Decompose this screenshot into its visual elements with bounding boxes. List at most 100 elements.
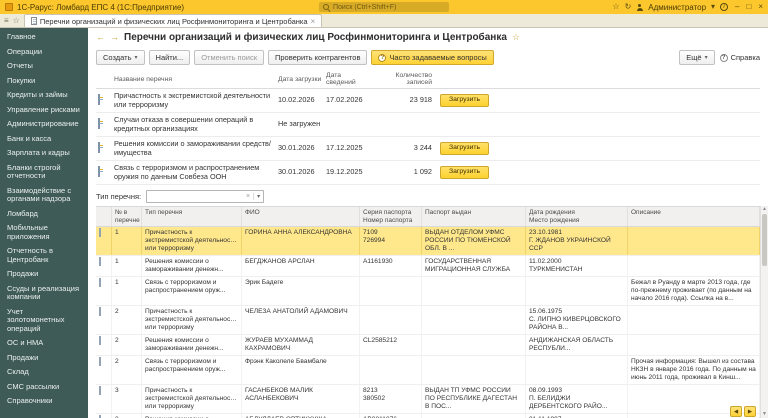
sidebar-item-смс-рассылки[interactable]: СМС рассылки xyxy=(0,380,88,395)
next-page-button[interactable]: ▶ xyxy=(744,406,756,417)
cell-fio: БЕГДЖАНОВ АРСЛАН xyxy=(242,256,360,276)
list-name[interactable]: Случаи отказа в совершении операций в кр… xyxy=(112,113,276,136)
list-document-icon xyxy=(98,94,100,106)
list-action-cell: Загрузить xyxy=(434,93,492,109)
favorites-star-icon[interactable]: ☆ xyxy=(612,3,619,11)
sections-menu-icon[interactable]: ≡ xyxy=(4,16,9,25)
lists-header-records[interactable]: Количество записей xyxy=(372,70,434,88)
scroll-down-icon[interactable]: ▼ xyxy=(761,411,768,418)
table-row[interactable]: 3 Причастность к экстремистской деятельно… xyxy=(96,385,760,414)
combo-dropdown-icon[interactable]: ▾ xyxy=(254,193,263,200)
table-row[interactable]: 3Решения комиссии о замораживании денежн… xyxy=(96,414,760,418)
lists-header-info-date[interactable]: Дата сведений xyxy=(324,70,372,88)
titlebar-left: 1С-Рарус: Ломбард ЕПС 4 (1С:Предприятие) xyxy=(5,3,315,12)
find-button[interactable]: Найти... xyxy=(148,50,191,65)
grid-header-issued[interactable]: Паспорт выдан xyxy=(422,207,526,226)
cell-issued xyxy=(422,414,526,418)
list-name[interactable]: Причастность к экстремистской деятельнос… xyxy=(112,89,276,112)
list-row[interactable]: Причастность к экстремистской деятельнос… xyxy=(96,89,760,113)
list-row[interactable]: Связь с терроризмом и распространением о… xyxy=(96,161,760,185)
global-search-input[interactable]: Поиск (Ctrl+Shift+F) xyxy=(319,2,449,12)
lists-header-name[interactable]: Название перечня xyxy=(112,74,276,85)
table-row[interactable]: 2 Решения комиссии о замораживании денежн… xyxy=(96,335,760,356)
list-type-filter-combobox[interactable]: × ▾ xyxy=(146,190,265,203)
table-row[interactable]: 2 Причастность к экстремистской деятельно… xyxy=(96,306,760,335)
sidebar-item-зарплата-и-кадры[interactable]: Зарплата и кадры xyxy=(0,146,88,161)
sidebar-item-продажи[interactable]: Продажи xyxy=(0,351,88,366)
sidebar-item-ос-и-нма[interactable]: ОС и НМА xyxy=(0,336,88,351)
sidebar-item-учет-золотомонетных-операций[interactable]: Учет золотомонетных операций xyxy=(0,305,88,337)
sidebar-item-бланки-строгой-отчетности[interactable]: Бланки строгой отчетности xyxy=(0,161,88,184)
cancel-search-button[interactable]: Отменить поиск xyxy=(194,50,264,65)
sidebar-item-администрирование[interactable]: Администрирование xyxy=(0,117,88,132)
table-row[interactable]: 1 Причастность к экстремистской деятельно… xyxy=(96,227,760,256)
nav-back-icon[interactable]: ← xyxy=(96,33,105,42)
scroll-up-icon[interactable]: ▲ xyxy=(761,206,768,213)
scrollbar-thumb[interactable] xyxy=(762,214,767,266)
sidebar-item-покупки[interactable]: Покупки xyxy=(0,74,88,89)
grid-header-num[interactable]: № в перечне xyxy=(112,207,142,226)
grid-header-passport[interactable]: Серия паспорта Номер паспорта xyxy=(360,207,422,226)
load-button[interactable]: Загрузить xyxy=(440,141,490,156)
list-row[interactable]: Решения комиссии о замораживании средств… xyxy=(96,137,760,161)
user-menu-chevron-icon[interactable]: ▾ xyxy=(711,3,715,11)
sidebar-item-отчетность-в-центробанк[interactable]: Отчетность в Центробанк xyxy=(0,244,88,267)
list-name[interactable]: Решения комиссии о замораживании средств… xyxy=(112,137,276,160)
sidebar-item-ломбард[interactable]: Ломбард xyxy=(0,207,88,222)
sidebar-item-банк-и-касса[interactable]: Банк и касса xyxy=(0,132,88,147)
birth-date: 23.10.1981 xyxy=(529,229,563,236)
sidebar-item-взаимодействие-с-органами-надзора[interactable]: Взаимодействие с органами надзора xyxy=(0,184,88,207)
persons-grid-inner: № в перечне Тип перечня ФИО Серия паспор… xyxy=(96,206,760,418)
search-icon xyxy=(323,3,330,11)
sidebar-item-склад[interactable]: Склад xyxy=(0,365,88,380)
grid-header-type[interactable]: Тип перечня xyxy=(142,207,242,226)
sidebar-item-ссуды-и-реализация-компании[interactable]: Ссуды и реализация компании xyxy=(0,282,88,305)
list-row[interactable]: Случаи отказа в совершении операций в кр… xyxy=(96,113,760,137)
sidebar-item-отчеты[interactable]: Отчеты xyxy=(0,59,88,74)
sidebar-item-мобильные-приложения[interactable]: Мобильные приложения xyxy=(0,221,88,244)
check-counterparties-button[interactable]: Проверить контрагентов xyxy=(268,50,368,65)
table-row[interactable]: 1 Связь с терроризмом и распространением … xyxy=(96,277,760,306)
history-icon[interactable]: ↻ xyxy=(625,3,632,11)
lists-header-load-date[interactable]: Дата загрузки xyxy=(276,74,324,85)
about-info-icon[interactable]: i xyxy=(720,3,729,11)
sidebar-item-продажи[interactable]: Продажи xyxy=(0,267,88,282)
tab-perechni[interactable]: Перечни организаций и физических лиц Рос… xyxy=(23,14,323,27)
grid-header-birth[interactable]: Дата рождения Место рождения xyxy=(526,207,628,226)
load-button[interactable]: Загрузить xyxy=(440,93,490,108)
faq-button[interactable]: ? Часто задаваемые вопросы xyxy=(371,50,494,65)
help-button[interactable]: ? Справка xyxy=(719,53,760,62)
table-scrollbar[interactable]: ▲ ▼ xyxy=(760,206,768,418)
sidebar-item-управление-рисками[interactable]: Управление рисками xyxy=(0,103,88,118)
nav-forward-icon[interactable]: → xyxy=(110,33,119,42)
more-button[interactable]: Ещё ▾ xyxy=(679,50,715,65)
table-row[interactable]: 2 Связь с терроризмом и распространением … xyxy=(96,356,760,385)
sidebar-item-справочники[interactable]: Справочники xyxy=(0,394,88,409)
list-name[interactable]: Связь с терроризмом и распространением о… xyxy=(112,161,276,184)
close-window-icon[interactable]: × xyxy=(758,3,763,11)
tab-close-icon[interactable]: × xyxy=(311,17,316,26)
birth-place: П. БЕЛИДЖИ ДЕРБЕНТСКОГО РАЙО... xyxy=(529,395,608,410)
grid-header-fio[interactable]: ФИО xyxy=(242,207,360,226)
minimize-window-icon[interactable]: – xyxy=(735,3,739,11)
sidebar-item-операции[interactable]: Операции xyxy=(0,45,88,60)
sidebar-item-главное[interactable]: Главное xyxy=(0,30,88,45)
table-row[interactable]: 1 Решения комиссии о замораживании денежн… xyxy=(96,256,760,277)
maximize-window-icon[interactable]: □ xyxy=(746,3,751,11)
list-action-cell xyxy=(434,124,492,126)
load-button[interactable]: Загрузить xyxy=(440,165,490,180)
prev-page-button[interactable]: ◀ xyxy=(730,406,742,417)
clear-filter-icon[interactable]: × xyxy=(243,193,255,200)
row-icon-cell xyxy=(96,306,112,334)
add-favorite-star-icon[interactable]: ☆ xyxy=(512,32,520,43)
create-button[interactable]: Создать ▾ xyxy=(96,50,145,65)
grid-header-description[interactable]: Описание xyxy=(628,207,760,226)
tabbar-star-icon[interactable]: ☆ xyxy=(13,16,20,25)
passport-number: 726994 xyxy=(363,237,386,244)
person-record-icon xyxy=(99,278,101,287)
birth-place: С. ЛИПНО КИВЕРЦОВСКОГО РАЙОНА В... xyxy=(529,316,621,331)
current-user[interactable]: Администратор xyxy=(648,3,706,12)
birth-place: Г. ЖДАНОВ УКРАИНСКОЙ ССР xyxy=(529,237,611,252)
passport-series: 7109 xyxy=(363,229,378,236)
sidebar-item-кредиты-и-займы[interactable]: Кредиты и займы xyxy=(0,88,88,103)
